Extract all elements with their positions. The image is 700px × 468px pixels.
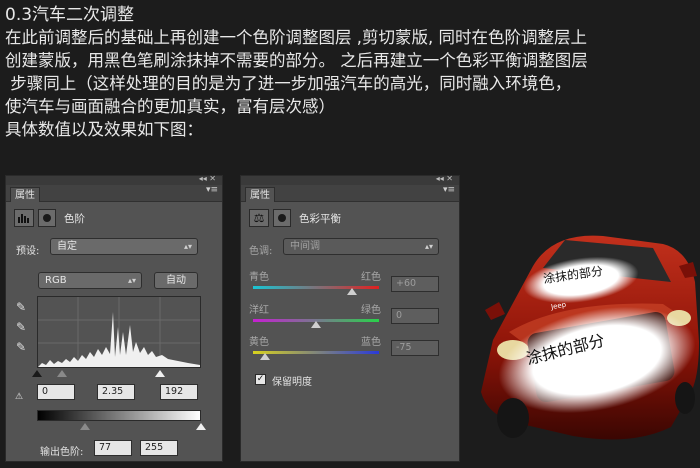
panel-menu-icon[interactable]: ▾≡ xyxy=(443,185,455,195)
levels-icon xyxy=(14,209,34,227)
output-white-field[interactable]: 255 xyxy=(140,440,178,456)
section-title: 0.3汽车二次调整 xyxy=(5,5,135,25)
input-gamma-field[interactable]: 2.35 xyxy=(97,384,135,400)
clipping-warning-icon[interactable]: ⚠ xyxy=(12,390,26,404)
magenta-green-value[interactable]: 0 xyxy=(391,308,439,324)
intro-line-5: 具体数值以及效果如下图： xyxy=(5,120,203,139)
levels-histogram xyxy=(37,296,201,368)
channel-value: RGB xyxy=(45,275,67,286)
gray-eyedropper-icon[interactable]: ✎ xyxy=(14,320,28,334)
dropdown-arrow-icon: ▴▾ xyxy=(424,242,433,251)
cyan-red-value[interactable]: +60 xyxy=(391,276,439,292)
collapse-icon[interactable]: ◂◂ ✕ xyxy=(199,174,216,183)
intro-line-4: 使汽车与画面融合的更加真实，富有层次感） xyxy=(5,97,335,116)
panel-titlebar[interactable]: ◂◂ ✕ xyxy=(241,174,459,185)
green-label: 绿色 xyxy=(361,305,381,316)
color-balance-properties-panel: ◂◂ ✕ 属性 ▾≡ ⚖ 色彩平衡 色调: 中间调 ▴▾ 青色 红色 +60 洋… xyxy=(240,174,460,462)
blue-label: 蓝色 xyxy=(361,337,381,348)
panel-header-title: 色彩平衡 xyxy=(299,212,341,225)
balance-scale-icon: ⚖ xyxy=(249,209,269,227)
magenta-green-slider-thumb[interactable] xyxy=(311,321,321,328)
input-gamma-slider[interactable] xyxy=(57,370,67,377)
input-black-slider[interactable] xyxy=(32,370,42,377)
yellow-label: 黄色 xyxy=(249,337,269,348)
car-illustration: 涂抹的部分 Jeep 涂抹的部分 xyxy=(473,222,700,446)
intro-line-1: 在此前调整后的基础上再创建一个色阶调整图层 ,剪切蒙版, 同时在色阶调整层上 xyxy=(5,28,587,47)
cyan-red-slider[interactable] xyxy=(253,286,379,289)
magenta-label: 洋红 xyxy=(249,305,269,316)
output-levels-label: 输出色阶: xyxy=(40,447,84,458)
output-black-field[interactable]: 77 xyxy=(94,440,132,456)
black-eyedropper-icon[interactable]: ✎ xyxy=(14,300,28,314)
color-balance-header: ⚖ 色彩平衡 xyxy=(249,207,341,229)
auto-button[interactable]: 自动 xyxy=(154,272,198,289)
collapse-icon[interactable]: ◂◂ ✕ xyxy=(436,174,453,183)
red-label: 红色 xyxy=(361,272,381,283)
yellow-blue-value[interactable]: -75 xyxy=(391,340,439,356)
preserve-luminosity-checkbox[interactable]: ✓ xyxy=(255,374,266,385)
panel-titlebar[interactable]: ◂◂ ✕ xyxy=(6,174,222,185)
cyan-red-slider-thumb[interactable] xyxy=(347,288,357,295)
preset-dropdown[interactable]: 自定 ▴▾ xyxy=(50,238,198,255)
yellow-blue-slider[interactable] xyxy=(253,351,379,354)
cyan-label: 青色 xyxy=(249,272,269,283)
tone-dropdown[interactable]: 中间调 ▴▾ xyxy=(283,238,439,255)
white-eyedropper-icon[interactable]: ✎ xyxy=(14,340,28,354)
panel-menu-icon[interactable]: ▾≡ xyxy=(206,185,218,195)
tab-properties[interactable]: 属性 xyxy=(10,187,40,202)
tone-value: 中间调 xyxy=(290,241,320,252)
output-black-slider[interactable] xyxy=(80,423,90,430)
dropdown-arrow-icon: ▴▾ xyxy=(127,276,136,285)
tab-properties[interactable]: 属性 xyxy=(245,187,275,202)
intro-text: 0.3汽车二次调整 在此前调整后的基础上再创建一个色阶调整图层 ,剪切蒙版, 同… xyxy=(5,4,697,141)
panel-header-title: 色阶 xyxy=(64,212,85,225)
channel-dropdown[interactable]: RGB ▴▾ xyxy=(38,272,142,289)
preserve-luminosity-label: 保留明度 xyxy=(272,377,312,388)
tone-label: 色调: xyxy=(249,246,273,257)
input-white-field[interactable]: 192 xyxy=(160,384,198,400)
preset-value: 自定 xyxy=(57,241,77,252)
levels-header: 色阶 xyxy=(14,207,85,229)
layer-mask-icon[interactable] xyxy=(273,209,291,227)
layer-mask-icon[interactable] xyxy=(38,209,56,227)
dropdown-arrow-icon: ▴▾ xyxy=(183,242,192,251)
output-gradient-bar xyxy=(37,410,201,421)
input-black-field[interactable]: 0 xyxy=(37,384,75,400)
intro-line-3: 步骤同上（这样处理的目的是为了进一步加强汽车的高光，同时融入环境色， xyxy=(5,74,572,93)
input-white-slider[interactable] xyxy=(155,370,165,377)
yellow-blue-slider-thumb[interactable] xyxy=(260,353,270,360)
output-white-slider[interactable] xyxy=(196,423,206,430)
preset-label: 预设: xyxy=(16,246,40,257)
intro-line-2: 创建蒙版，用黑色笔刷涂抹掉不需要的部分。 之后再建立一个色彩平衡调整图层 xyxy=(5,51,588,70)
